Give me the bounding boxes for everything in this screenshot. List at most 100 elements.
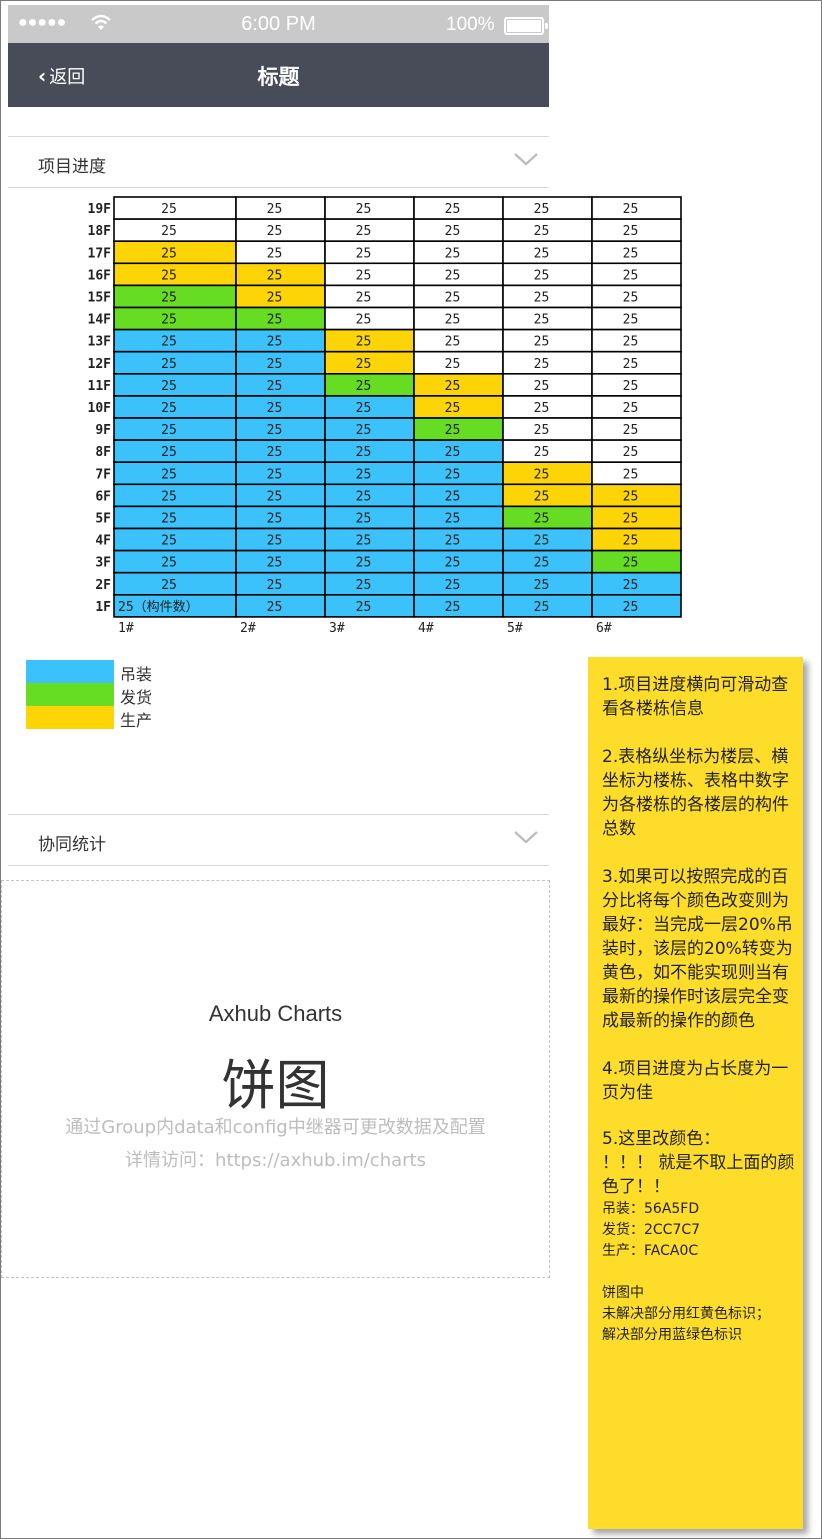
floor-label: 9F xyxy=(95,423,111,438)
legend-swatch-hoisting xyxy=(26,660,114,683)
cell-value: 25 xyxy=(267,313,283,328)
floor-label: 2F xyxy=(95,578,111,593)
cell-value: 25 xyxy=(356,534,372,549)
legend-swatch-shipping xyxy=(26,683,114,706)
cell-value: 25 xyxy=(161,379,177,394)
floor-label: 13F xyxy=(88,335,112,350)
cell-value: 25 xyxy=(445,268,461,283)
cell-value: 25 xyxy=(161,313,177,328)
floor-label: 14F xyxy=(88,313,112,328)
cell-value: 25 xyxy=(534,578,550,593)
placeholder-description: 通过Group内data和config中继器可更改数据及配置 xyxy=(65,1117,486,1138)
floor-label: 8F xyxy=(95,445,111,460)
cell-value: 25 xyxy=(445,489,461,504)
cell-value: 25（构件数） xyxy=(118,600,199,615)
cell-value: 25 xyxy=(445,511,461,526)
cell-value: 25 xyxy=(534,268,550,283)
cell-value: 25 xyxy=(267,578,283,593)
cell-value: 25 xyxy=(161,357,177,372)
cell-value: 25 xyxy=(356,511,372,526)
cell-value: 25 xyxy=(161,556,177,571)
cell-value: 25 xyxy=(534,445,550,460)
cell-value: 25 xyxy=(356,268,372,283)
floor-label: 16F xyxy=(88,268,112,283)
cell-value: 25 xyxy=(623,335,639,350)
floor-label: 11F xyxy=(88,379,112,394)
note-pie-instructions: 饼图中 未解决部分用红黄色标识； 解决部分用蓝绿色标识 xyxy=(602,1285,770,1343)
cell-value: 25 xyxy=(161,290,177,305)
note-item: 1.项目进度横向可滑动查看各楼栋信息 xyxy=(602,675,789,719)
cell-value: 25 xyxy=(534,357,550,372)
cell-value: 25 xyxy=(534,511,550,526)
cell-value: 25 xyxy=(267,556,283,571)
floor-label: 10F xyxy=(88,401,112,416)
cell-value: 25 xyxy=(161,467,177,482)
cell-value: 25 xyxy=(356,401,372,416)
cell-value: 25 xyxy=(534,600,550,615)
cell-value: 25 xyxy=(356,467,372,482)
cell-value: 25 xyxy=(534,534,550,549)
cell-value: 25 xyxy=(534,246,550,261)
cell-value: 25 xyxy=(267,357,283,372)
placeholder-link: 详情访问：https://axhub.im/charts xyxy=(125,1150,426,1171)
building-label: 5# xyxy=(507,621,523,636)
cell-value: 25 xyxy=(161,423,177,438)
cell-value: 25 xyxy=(445,357,461,372)
cell-value: 25 xyxy=(623,224,639,239)
cell-value: 25 xyxy=(356,556,372,571)
cell-value: 25 xyxy=(267,401,283,416)
cell-value: 25 xyxy=(534,489,550,504)
cell-value: 25 xyxy=(267,246,283,261)
cell-value: 25 xyxy=(534,224,550,239)
floor-label: 5F xyxy=(95,511,111,526)
pie-chart-placeholder: Axhub Charts 饼图 通过Group内data和config中继器可更… xyxy=(1,880,550,1278)
cell-value: 25 xyxy=(623,202,639,217)
floor-label: 4F xyxy=(95,534,111,549)
cell-value: 25 xyxy=(534,556,550,571)
cell-value: 25 xyxy=(161,445,177,460)
cell-value: 25 xyxy=(623,578,639,593)
cell-value: 25 xyxy=(623,511,639,526)
sticky-note: 1.项目进度横向可滑动查看各楼栋信息 2.表格纵坐标为楼层、横坐标为楼栋、表格中… xyxy=(588,657,803,1529)
section-header-progress[interactable]: 项目进度 xyxy=(8,136,549,188)
progress-table-svg: 19F 25 25 25 25 25 25 18F 25 25 25 25 25 25 17F 25 25 25 2… xyxy=(88,196,682,636)
cell-value: 25 xyxy=(267,290,283,305)
floor-label: 12F xyxy=(88,357,112,372)
cell-value: 25 xyxy=(445,290,461,305)
cell-value: 25 xyxy=(445,202,461,217)
progress-chart: 19F 25 25 25 25 25 25 18F 25 25 25 25 25 25 17F 25 25 25 2… xyxy=(60,190,700,650)
cell-value: 25 xyxy=(445,578,461,593)
cell-value: 25 xyxy=(356,202,372,217)
note-color-codes: 吊装：56A5FD 发货：2CC7C7 生产：FACA0C xyxy=(602,1201,701,1259)
cell-value: 25 xyxy=(161,511,177,526)
cell-value: 25 xyxy=(623,246,639,261)
cell-value: 25 xyxy=(534,313,550,328)
floor-label: 18F xyxy=(88,224,112,239)
cell-value: 25 xyxy=(161,224,177,239)
cell-value: 25 xyxy=(534,379,550,394)
cell-value: 25 xyxy=(356,224,372,239)
cell-value: 25 xyxy=(445,467,461,482)
cell-value: 25 xyxy=(534,467,550,482)
cell-value: 25 xyxy=(161,578,177,593)
note-item: 5.这里改颜色： ！！！ 就是不取上面的颜色了！！ xyxy=(602,1129,795,1197)
cell-value: 25 xyxy=(161,268,177,283)
cell-value: 25 xyxy=(267,600,283,615)
cell-value: 25 xyxy=(356,423,372,438)
cell-value: 25 xyxy=(356,445,372,460)
floor-label: 19F xyxy=(88,202,112,217)
building-label: 1# xyxy=(118,621,134,636)
section-header-collab[interactable]: 协同统计 xyxy=(8,814,549,866)
cell-value: 25 xyxy=(534,401,550,416)
cell-value: 25 xyxy=(445,556,461,571)
cell-value: 25 xyxy=(445,379,461,394)
cell-value: 25 xyxy=(267,423,283,438)
cell-value: 25 xyxy=(445,445,461,460)
legend-label: 生产 xyxy=(120,711,153,730)
chevron-down-icon xyxy=(514,831,538,844)
cell-value: 25 xyxy=(267,202,283,217)
cell-value: 25 xyxy=(356,335,372,350)
cell-value: 25 xyxy=(161,202,177,217)
floor-label: 17F xyxy=(88,246,112,261)
cell-value: 25 xyxy=(161,489,177,504)
